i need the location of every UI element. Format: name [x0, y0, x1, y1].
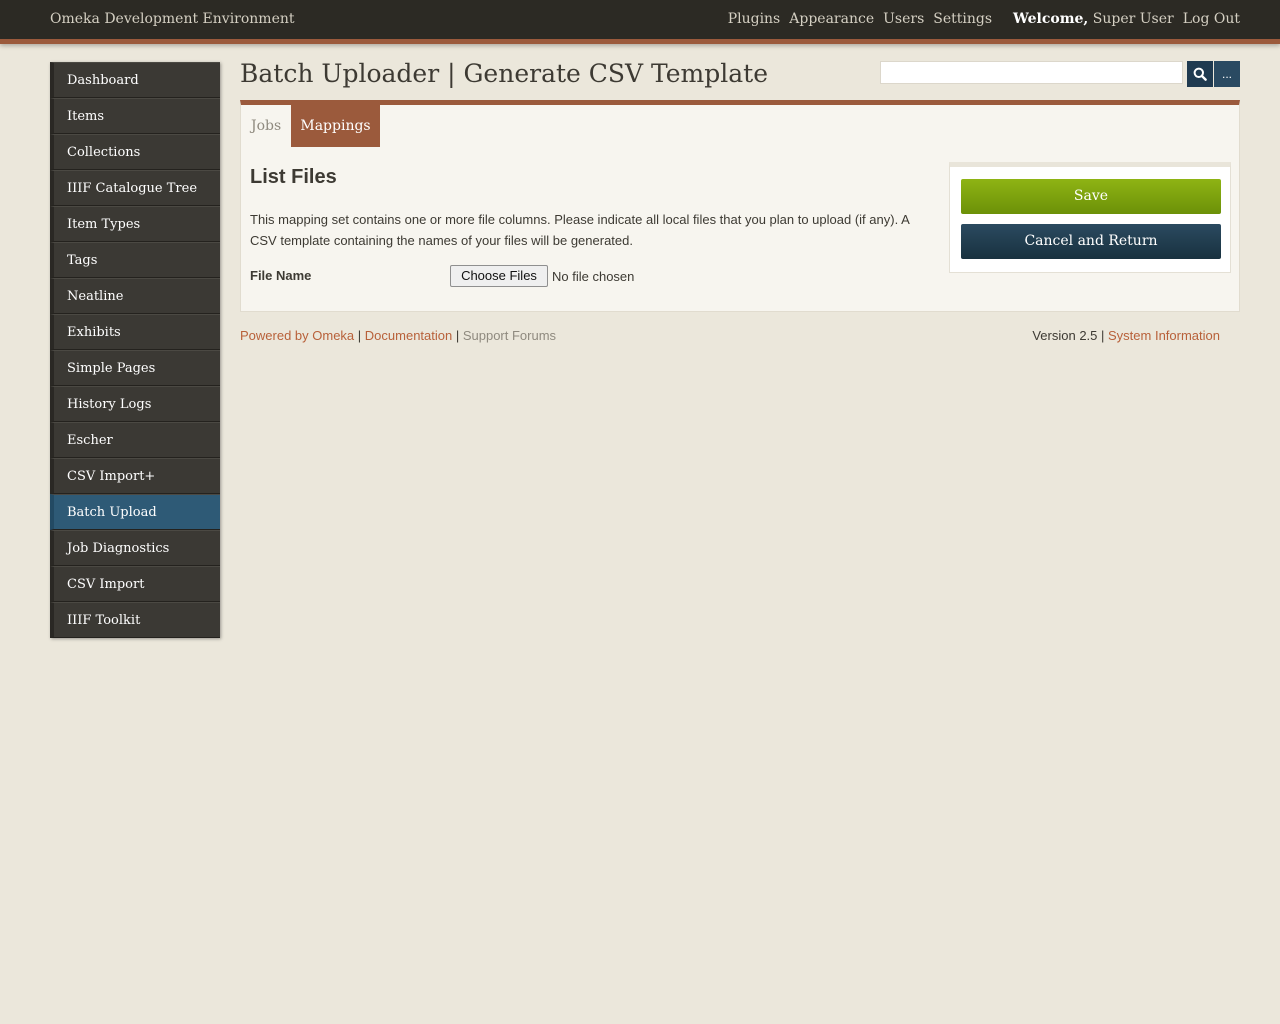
sidebar-item-collections[interactable]: Collections: [50, 134, 220, 170]
save-panel: Save Cancel and Return: [949, 162, 1231, 273]
search-input[interactable]: [880, 61, 1183, 84]
tab-mappings[interactable]: Mappings: [291, 105, 380, 147]
sidebar-item-csv-import-plus[interactable]: CSV Import+: [50, 458, 220, 494]
sidebar-item-neatline[interactable]: Neatline: [50, 278, 220, 314]
sidebar-item-csv-import[interactable]: CSV Import: [50, 566, 220, 602]
sidebar: Dashboard Items Collections IIIF Catalog…: [50, 62, 220, 638]
cancel-and-return-button[interactable]: Cancel and Return: [961, 224, 1221, 259]
nav-plugins[interactable]: Plugins: [728, 11, 781, 27]
sidebar-item-history-logs[interactable]: History Logs: [50, 386, 220, 422]
sidebar-item-items[interactable]: Items: [50, 98, 220, 134]
site-title[interactable]: Omeka Development Environment: [50, 11, 295, 27]
sidebar-item-exhibits[interactable]: Exhibits: [50, 314, 220, 350]
user-name: Super User: [1092, 11, 1174, 27]
powered-by-link[interactable]: Powered by Omeka: [240, 328, 354, 343]
search-icon: [1193, 67, 1207, 81]
sidebar-item-tags[interactable]: Tags: [50, 242, 220, 278]
logout-link[interactable]: Log Out: [1183, 11, 1240, 27]
file-status-text: No file chosen: [552, 269, 635, 284]
page-title: Batch Uploader | Generate CSV Template: [240, 59, 769, 88]
sidebar-item-simple-pages[interactable]: Simple Pages: [50, 350, 220, 386]
global-nav: Plugins Appearance Users Settings Welcom…: [719, 11, 1240, 27]
footer-version: Version 2.5 | System Information: [1032, 328, 1220, 343]
file-name-label: File Name: [250, 268, 312, 283]
search-button[interactable]: [1187, 61, 1213, 87]
nav-settings[interactable]: Settings: [933, 11, 992, 27]
welcome-user[interactable]: Welcome, Super User: [1013, 11, 1174, 27]
version-text: Version 2.5: [1032, 328, 1098, 343]
sidebar-item-dashboard[interactable]: Dashboard: [50, 62, 220, 98]
system-information-link[interactable]: System Information: [1108, 328, 1220, 343]
support-forums-link[interactable]: Support Forums: [463, 328, 556, 343]
footer-links: Powered by Omeka | Documentation | Suppo…: [240, 328, 557, 343]
welcome-word: Welcome,: [1013, 11, 1089, 27]
sidebar-item-batch-upload[interactable]: Batch Upload: [50, 494, 220, 530]
save-button[interactable]: Save: [961, 179, 1221, 214]
main-panel: Jobs Mappings List Files This mapping se…: [240, 100, 1240, 312]
choose-files-button[interactable]: Choose Files: [450, 265, 548, 287]
sidebar-item-iiif-toolkit[interactable]: IIIF Toolkit: [50, 602, 220, 638]
section-description: This mapping set contains one or more fi…: [250, 212, 910, 248]
top-bar: Omeka Development Environment Plugins Ap…: [0, 0, 1280, 44]
sidebar-item-job-diagnostics[interactable]: Job Diagnostics: [50, 530, 220, 566]
advanced-search-button[interactable]: ...: [1214, 61, 1240, 87]
sidebar-item-item-types[interactable]: Item Types: [50, 206, 220, 242]
sidebar-item-escher[interactable]: Escher: [50, 422, 220, 458]
sidebar-item-iiif-catalogue-tree[interactable]: IIIF Catalogue Tree: [50, 170, 220, 206]
section-title: List Files: [250, 166, 337, 188]
documentation-link[interactable]: Documentation: [365, 328, 452, 343]
nav-users[interactable]: Users: [883, 11, 924, 27]
tab-jobs[interactable]: Jobs: [251, 105, 281, 147]
nav-appearance[interactable]: Appearance: [789, 11, 874, 27]
